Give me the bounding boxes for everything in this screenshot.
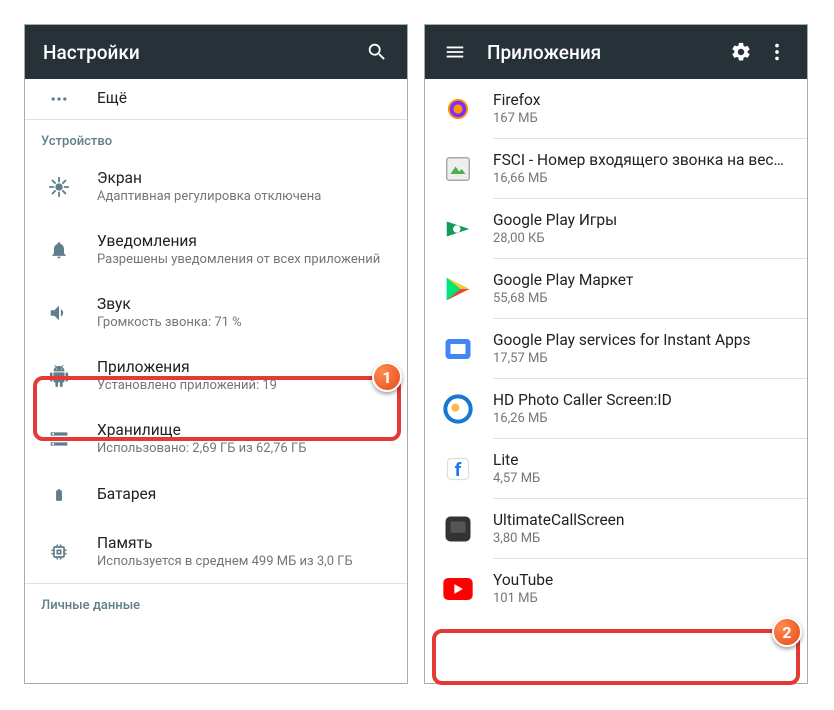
app-size: 17,57 МБ [493, 351, 791, 366]
app-size: 16,66 МБ [493, 171, 791, 186]
battery-label: Батарея [97, 485, 391, 503]
apps-label: Приложения [97, 358, 391, 376]
display-label: Экран [97, 169, 391, 187]
app-row[interactable]: Google Play Игры 28,00 КБ [425, 199, 807, 258]
app-icon: f [441, 452, 475, 486]
hamburger-icon[interactable] [437, 34, 473, 70]
app-size: 167 МБ [493, 111, 791, 126]
notif-sub: Разрешены уведомления от всех приложений [97, 252, 391, 267]
app-name: HD Photo Caller Screen:ID [493, 391, 791, 409]
apps-list[interactable]: Firefox 167 МБ FSCI - Номер входящего звон… [425, 79, 807, 683]
app-size: 55,68 МБ [493, 291, 791, 306]
svg-text:f: f [455, 459, 462, 481]
more-vert-icon[interactable] [759, 34, 795, 70]
row-sound[interactable]: Звук Громкость звонка: 71 % [25, 281, 407, 344]
row-notifications[interactable]: Уведомления Разрешены уведомления от все… [25, 218, 407, 281]
android-icon [41, 365, 77, 387]
app-row[interactable]: Google Play Маркет 55,68 МБ [425, 259, 807, 318]
apps-sub: Установлено приложений: 19 [97, 378, 391, 393]
app-row[interactable]: Firefox 167 МБ [425, 79, 807, 138]
row-apps[interactable]: Приложения Установлено приложений: 19 [25, 344, 407, 407]
sound-label: Звук [97, 295, 391, 313]
app-size: 101 МБ [493, 591, 791, 606]
app-row[interactable]: Google Play services for Instant Apps 17,… [425, 319, 807, 378]
storage-icon [41, 429, 77, 449]
app-row[interactable]: UltimateCallScreen 3,80 МБ [425, 499, 807, 558]
settings-title: Настройки [43, 41, 359, 64]
app-icon [441, 212, 475, 246]
app-name: Google Play Игры [493, 211, 791, 229]
app-icon [441, 392, 475, 426]
display-sub: Адаптивная регулировка отключена [97, 189, 391, 204]
app-icon [441, 572, 475, 606]
app-size: 3,80 МБ [493, 531, 791, 546]
row-more[interactable]: Ещё [25, 79, 407, 119]
app-name: Google Play services for Instant Apps [493, 331, 791, 349]
app-name: UltimateCallScreen [493, 511, 791, 529]
row-battery[interactable]: Батарея [25, 470, 407, 520]
app-icon [441, 512, 475, 546]
search-icon[interactable] [359, 34, 395, 70]
section-personal: Личные данные [25, 584, 407, 619]
app-icon [441, 152, 475, 186]
app-size: 16,26 МБ [493, 411, 791, 426]
section-device: Устройство [25, 120, 407, 155]
battery-icon [41, 484, 77, 506]
apps-title: Приложения [487, 41, 723, 64]
more-label: Ещё [97, 89, 391, 107]
memory-label: Память [97, 534, 391, 552]
app-name: YouTube [493, 571, 791, 589]
memory-sub: Используется в среднем 499 МБ из 3,0 ГБ [97, 554, 391, 569]
apps-panel: Приложения Firefox 167 МБ FSCI - Номер вхо… [424, 24, 808, 684]
row-memory[interactable]: Память Используется в среднем 499 МБ из … [25, 520, 407, 583]
more-horiz-icon [41, 89, 77, 109]
app-row[interactable]: YouTube 101 МБ [425, 559, 807, 618]
row-storage[interactable]: Хранилище Использовано: 2,69 ГБ из 62,76… [25, 407, 407, 470]
app-name: Firefox [493, 91, 791, 109]
brightness-icon [41, 176, 77, 198]
app-name: Google Play Маркет [493, 271, 791, 289]
gear-icon[interactable] [723, 34, 759, 70]
bell-icon [41, 240, 77, 260]
volume-icon [41, 302, 77, 324]
app-name: FSCI - Номер входящего звонка на весь э.… [493, 151, 791, 169]
settings-appbar: Настройки [25, 25, 407, 79]
app-row[interactable]: f Lite 4,57 МБ [425, 439, 807, 498]
row-display[interactable]: Экран Адаптивная регулировка отключена [25, 155, 407, 218]
sound-sub: Громкость звонка: 71 % [97, 315, 391, 330]
app-row[interactable]: HD Photo Caller Screen:ID 16,26 МБ [425, 379, 807, 438]
storage-label: Хранилище [97, 421, 391, 439]
settings-panel: Настройки Ещё Устройство Экран Адаптивна… [24, 24, 408, 684]
app-row[interactable]: FSCI - Номер входящего звонка на весь э.… [425, 139, 807, 198]
app-name: Lite [493, 451, 791, 469]
apps-appbar: Приложения [425, 25, 807, 79]
app-icon [441, 92, 475, 126]
memory-icon [41, 542, 77, 562]
storage-sub: Использовано: 2,69 ГБ из 62,76 ГБ [97, 441, 391, 456]
app-size: 28,00 КБ [493, 231, 791, 246]
notif-label: Уведомления [97, 232, 391, 250]
settings-content: Ещё Устройство Экран Адаптивная регулиро… [25, 79, 407, 683]
app-icon [441, 272, 475, 306]
app-icon [441, 332, 475, 366]
app-size: 4,57 МБ [493, 471, 791, 486]
